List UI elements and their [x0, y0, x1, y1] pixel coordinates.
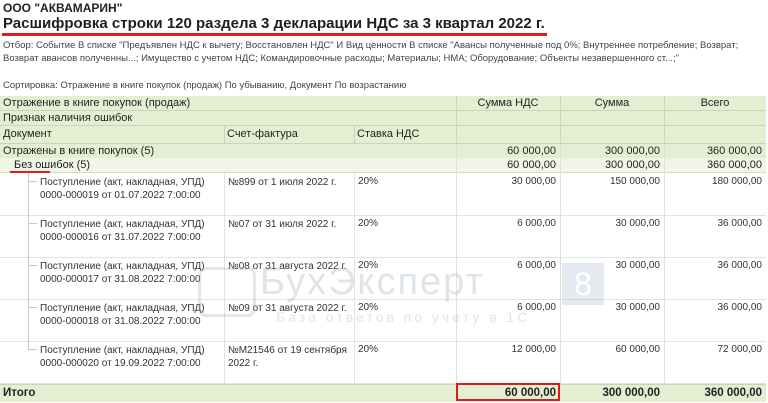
row-vat: 6 000,00: [517, 302, 556, 313]
report-table: Отражение в книге покупок (продаж) Сумма…: [0, 96, 766, 402]
row-total: 72 000,00: [717, 344, 763, 355]
row-vat: 12 000,00: [511, 344, 557, 355]
row-rate: 20%: [358, 260, 379, 271]
header-vat[interactable]: Сумма НДС: [456, 96, 560, 110]
header-row-2: Признак наличия ошибок: [0, 111, 766, 126]
group-vat: 60 000,00: [507, 145, 556, 157]
table-row[interactable]: Поступление (акт, накладная, УПД) 0000-0…: [0, 173, 766, 216]
col-divider: [456, 96, 457, 144]
header-invoice[interactable]: Счет-фактура: [224, 126, 354, 143]
tree-line: [28, 257, 29, 299]
row-vat: 30 000,00: [511, 176, 557, 187]
col-divider: [354, 126, 355, 144]
total-total: 360 000,00: [704, 387, 762, 399]
row-rate: 20%: [358, 302, 379, 313]
total-sum: 300 000,00: [602, 387, 660, 399]
total-vat-highlight-box: [456, 383, 560, 401]
row-document[interactable]: Поступление (акт, накладная, УПД) 0000-0…: [40, 260, 220, 286]
group-sum: 300 000,00: [604, 145, 660, 157]
row-total: 36 000,00: [717, 218, 763, 229]
filter-text: Отбор: Событие В списке "Предъявлен НДС …: [3, 40, 739, 64]
total-row: Итого 60 000,00 300 000,00 360 000,00: [0, 384, 766, 402]
col-divider: [354, 173, 355, 384]
group-no-errors[interactable]: Без ошибок (5) 60 000,00 300 000,00 360 …: [0, 158, 766, 173]
header-error-flag[interactable]: Признак наличия ошибок: [0, 111, 456, 125]
row-total: 180 000,00: [711, 176, 762, 187]
row-rate: 20%: [358, 176, 379, 187]
col-divider: [456, 144, 457, 384]
tree-branch: [28, 181, 37, 182]
header-row-1: Отражение в книге покупок (продаж) Сумма…: [0, 96, 766, 111]
group-total: 360 000,00: [706, 145, 762, 157]
row-invoice[interactable]: №899 от 1 июля 2022 г.: [228, 176, 350, 189]
table-row[interactable]: Поступление (акт, накладная, УПД) 0000-0…: [0, 341, 766, 384]
row-document[interactable]: Поступление (акт, накладная, УПД) 0000-0…: [40, 344, 220, 370]
title-highlight-underline: [2, 33, 547, 36]
header-reflection[interactable]: Отражение в книге покупок (продаж): [0, 96, 456, 110]
group-label: Отражены в книге покупок (5): [3, 145, 155, 157]
header-document[interactable]: Документ: [0, 126, 224, 143]
header-rate[interactable]: Ставка НДС: [354, 126, 456, 143]
tree-line: [28, 299, 29, 341]
row-sum: 30 000,00: [615, 218, 661, 229]
row-total: 36 000,00: [717, 302, 763, 313]
tree-branch: [28, 223, 37, 224]
col-divider: [224, 173, 225, 384]
group-sum: 300 000,00: [604, 159, 660, 171]
org-name: ООО "АКВАМАРИН": [3, 1, 123, 15]
group-total: 360 000,00: [706, 159, 762, 171]
tree-branch: [28, 265, 37, 266]
col-divider: [560, 96, 561, 144]
tree-branch: [28, 307, 37, 308]
row-invoice[interactable]: №08 от 31 августа 2022 г.: [228, 260, 350, 273]
col-divider: [560, 144, 561, 384]
row-rate: 20%: [358, 218, 379, 229]
row-total: 36 000,00: [717, 260, 763, 271]
row-invoice[interactable]: №09 от 31 августа 2022 г.: [228, 302, 350, 315]
sort-text: Сортировка: Отражение в книге покупок (п…: [3, 80, 407, 91]
total-label: Итого: [3, 387, 36, 399]
table-row[interactable]: Поступление (акт, накладная, УПД) 0000-0…: [0, 215, 766, 258]
header-sum[interactable]: Сумма: [560, 96, 664, 110]
header-total[interactable]: Всего: [664, 96, 766, 110]
row-invoice[interactable]: №М21546 от 19 сентября 2022 г.: [228, 344, 350, 370]
table-row[interactable]: Поступление (акт, накладная, УПД) 0000-0…: [0, 299, 766, 342]
tree-line: [28, 173, 29, 215]
col-divider: [664, 144, 665, 384]
report-title: Расшифровка строки 120 раздела 3 деклара…: [3, 15, 545, 32]
tree-branch: [28, 349, 37, 350]
row-document[interactable]: Поступление (акт, накладная, УПД) 0000-0…: [40, 302, 220, 328]
row-vat: 6 000,00: [517, 218, 556, 229]
col-divider: [664, 96, 665, 144]
row-rate: 20%: [358, 344, 379, 355]
group-reflected-in-book[interactable]: Отражены в книге покупок (5) 60 000,00 3…: [0, 144, 766, 159]
tree-line: [28, 215, 29, 257]
group-vat: 60 000,00: [507, 159, 556, 171]
row-sum: 150 000,00: [609, 176, 660, 187]
row-invoice[interactable]: №07 от 31 июля 2022 г.: [228, 218, 350, 231]
row-document[interactable]: Поступление (акт, накладная, УПД) 0000-0…: [40, 218, 220, 244]
row-sum: 30 000,00: [615, 302, 661, 313]
row-vat: 6 000,00: [517, 260, 556, 271]
row-sum: 30 000,00: [615, 260, 661, 271]
col-divider: [224, 126, 225, 144]
group-label: Без ошибок (5): [14, 159, 91, 171]
header-row-3: Документ Счет-фактура Ставка НДС: [0, 126, 766, 144]
table-row[interactable]: Поступление (акт, накладная, УПД) 0000-0…: [0, 257, 766, 300]
row-sum: 60 000,00: [615, 344, 661, 355]
row-document[interactable]: Поступление (акт, накладная, УПД) 0000-0…: [40, 176, 220, 202]
